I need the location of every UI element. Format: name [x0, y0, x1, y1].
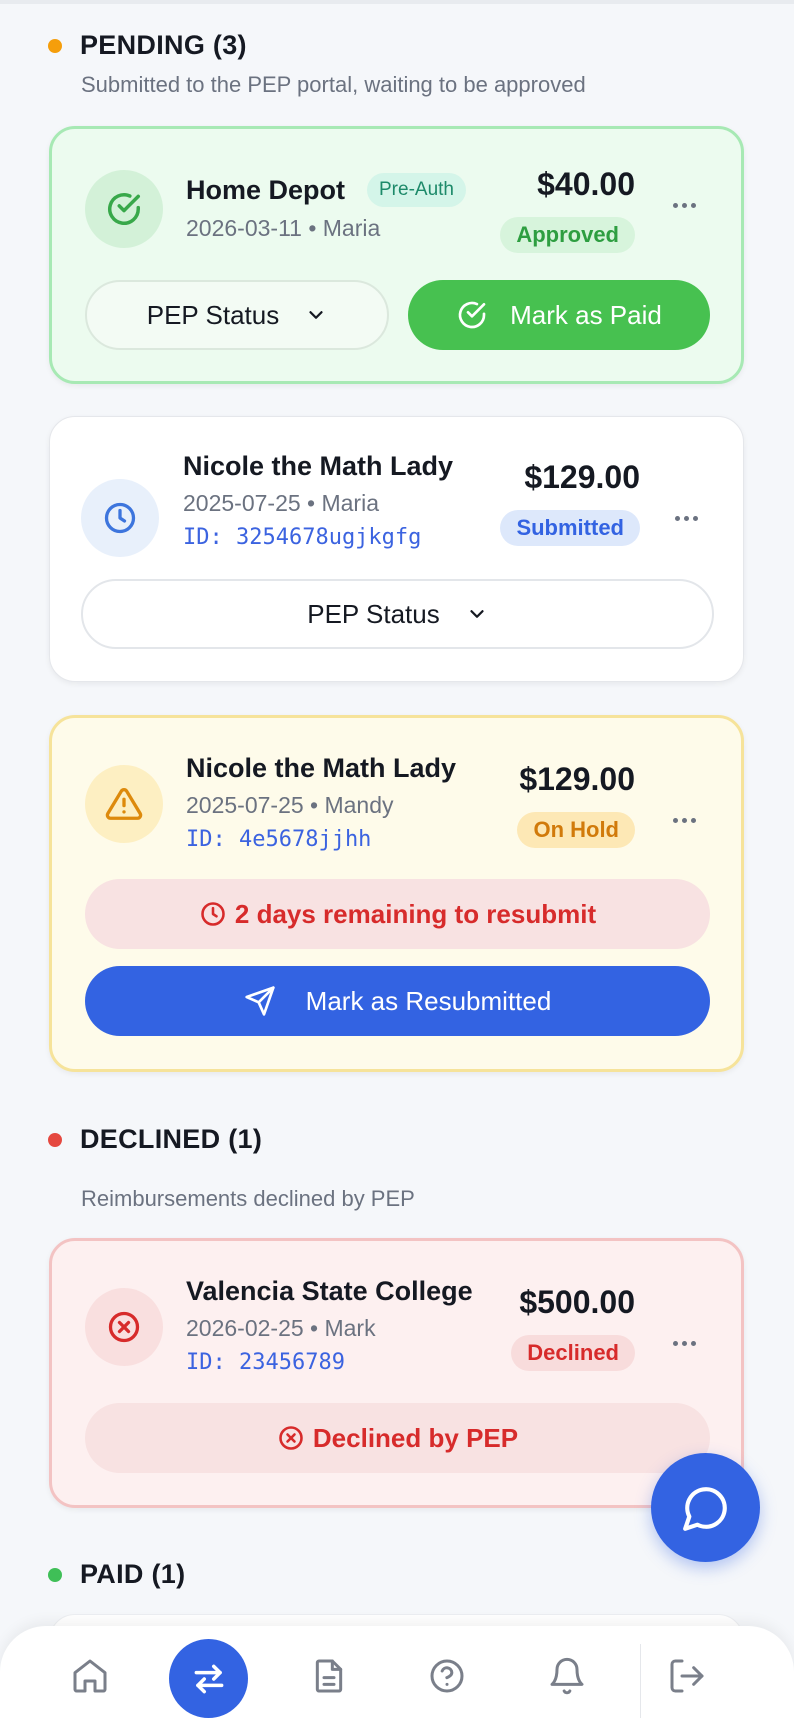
payee-name: Home Depot [186, 175, 346, 205]
payee-name: Nicole the Math Lady [183, 451, 454, 481]
amount: $129.00 [524, 459, 640, 495]
alert-text: Declined by PEP [312, 1422, 519, 1453]
x-circle-icon [279, 1426, 303, 1450]
bottom-nav [0, 1626, 794, 1718]
amount: $40.00 [537, 166, 635, 202]
payee-name: Valencia State College [186, 1276, 473, 1306]
chat-bubble-icon [682, 1486, 727, 1531]
reimbursement-card: Home Depot Pre-Auth 2026-03-11 • Maria $… [49, 126, 744, 384]
amount: $129.00 [519, 761, 635, 797]
pending-dot [48, 38, 62, 53]
chevron-down-icon [470, 610, 484, 618]
mark-as-paid-label: Mark as Paid [510, 299, 662, 330]
section-title: DECLINED (1) [80, 1124, 263, 1154]
pre-auth-tag: Pre-Auth [367, 173, 466, 207]
payee-name: Nicole the Math Lady [186, 753, 457, 783]
status-badge: Approved [500, 217, 635, 253]
section-title: PAID (1) [80, 1559, 186, 1589]
nav-help[interactable] [421, 1650, 473, 1702]
clock-icon [201, 902, 225, 926]
check-circle-icon [85, 170, 163, 248]
reimbursement-card: Valencia State College 2026-02-25 • Mark… [49, 1238, 744, 1508]
pep-status-dropdown[interactable]: PEP Status [85, 280, 389, 350]
more-options-button[interactable] [664, 190, 704, 220]
pep-status-label: PEP Status [146, 299, 280, 330]
x-circle-icon [85, 1288, 163, 1366]
more-options-button[interactable] [664, 1328, 704, 1358]
mark-as-resubmitted-label: Mark as Resubmitted [305, 985, 552, 1016]
nav-transfers[interactable] [169, 1639, 248, 1718]
document-icon [315, 1659, 343, 1693]
section-header-paid: PAID (1) [48, 1559, 185, 1590]
send-icon [245, 986, 275, 1016]
mark-as-resubmitted-button[interactable]: Mark as Resubmitted [85, 966, 710, 1036]
warning-icon [85, 765, 163, 843]
help-icon [430, 1659, 464, 1693]
clock-icon [81, 479, 159, 557]
chat-button[interactable] [651, 1453, 760, 1562]
nav-documents[interactable] [303, 1650, 355, 1702]
nav-logout[interactable] [661, 1650, 713, 1702]
section-header-declined: DECLINED (1) [48, 1124, 262, 1155]
section-subtitle: Reimbursements declined by PEP [81, 1186, 415, 1211]
section-header-pending: PENDING (3) [48, 30, 247, 61]
date-person: 2025-07-25 • Mandy [186, 792, 394, 818]
date-person: 2025-07-25 • Maria [183, 490, 379, 516]
alert-text: 2 days remaining to resubmit [234, 898, 597, 929]
paid-dot [48, 1567, 62, 1582]
check-circle-icon [458, 301, 486, 329]
declined-alert: Declined by PEP [85, 1403, 710, 1473]
status-badge: On Hold [517, 812, 635, 848]
more-options-button[interactable] [664, 805, 704, 835]
date-person: 2026-03-11 • Maria [186, 215, 381, 241]
status-badge: Declined [511, 1335, 635, 1371]
nav-notifications[interactable] [541, 1650, 593, 1702]
date-person: 2026-02-25 • Mark [186, 1315, 376, 1341]
transfer-icon [194, 1664, 223, 1693]
resubmit-deadline-alert: 2 days remaining to resubmit [85, 879, 710, 949]
pep-status-dropdown[interactable]: PEP Status [81, 579, 714, 649]
nav-divider [640, 1644, 641, 1718]
pep-status-label: PEP Status [307, 598, 440, 629]
amount: $500.00 [519, 1284, 635, 1320]
reference-id: ID: 3254678ugjkgfg [183, 525, 422, 550]
reimbursement-card: Nicole the Math Lady 2025-07-25 • Maria … [49, 416, 744, 682]
more-options-button[interactable] [666, 503, 706, 533]
section-title: PENDING (3) [80, 30, 247, 60]
nav-home[interactable] [64, 1650, 116, 1702]
reference-id: ID: 4e5678jjhh [186, 827, 372, 852]
declined-dot [48, 1132, 62, 1147]
chevron-down-icon [309, 311, 323, 319]
bell-icon [550, 1657, 584, 1695]
mark-as-paid-button[interactable]: Mark as Paid [408, 280, 710, 350]
status-badge: Submitted [500, 510, 640, 546]
top-divider [0, 0, 794, 4]
reference-id: ID: 23456789 [186, 1350, 345, 1375]
home-icon [73, 1659, 107, 1693]
logout-icon [670, 1659, 704, 1693]
reimbursement-card: Nicole the Math Lady 2025-07-25 • Mandy … [49, 715, 744, 1072]
section-subtitle: Submitted to the PEP portal, waiting to … [81, 72, 586, 97]
